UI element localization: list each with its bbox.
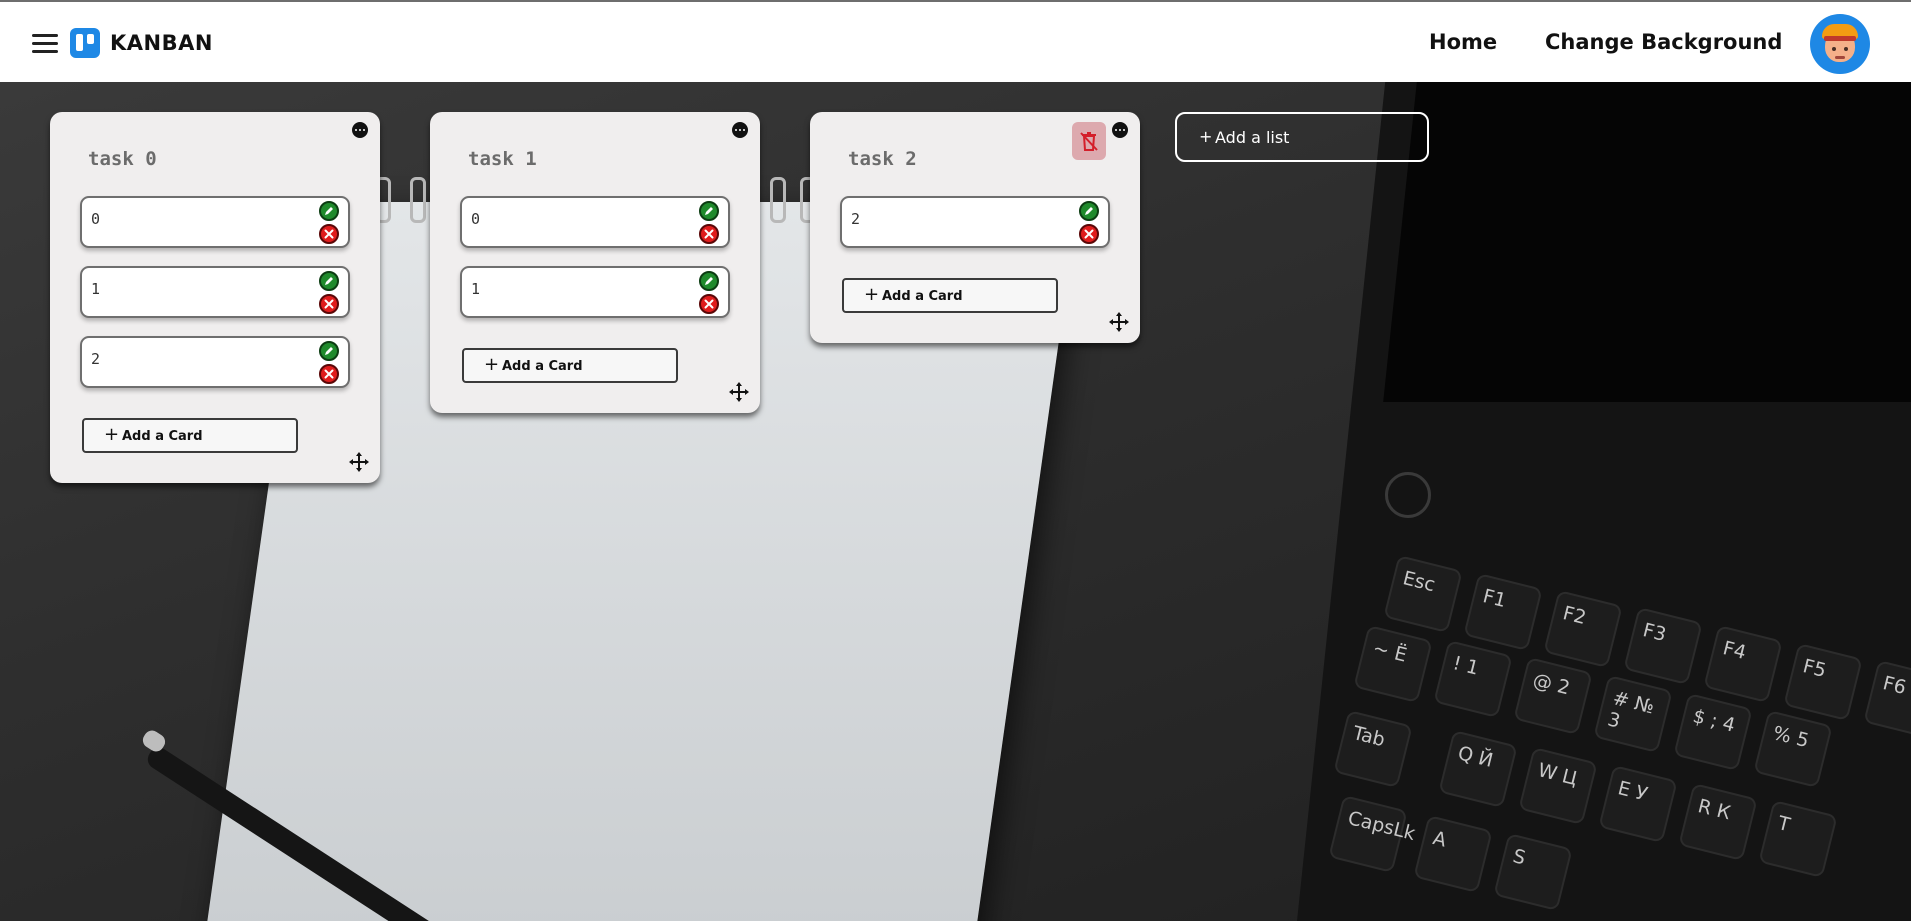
- keyboard-key: F2: [1543, 589, 1623, 669]
- keyboard-key: F6: [1863, 659, 1911, 739]
- add-card-button[interactable]: + Add a Card: [82, 418, 298, 453]
- keyboard-key: Esc: [1383, 554, 1463, 634]
- keyboard-key: Tab: [1333, 709, 1413, 789]
- plus-icon: +: [484, 354, 500, 375]
- keyboard-key: ~ Ё: [1353, 624, 1433, 704]
- card[interactable]: 2: [840, 196, 1110, 248]
- kanban-logo-icon: [70, 28, 100, 58]
- delete-card-icon[interactable]: [699, 294, 719, 314]
- laptop-keyboard: Esc F1 F2 F3 F4 F5 F6 ~ Ё! 1 @ 2 # № 3 $ ; 4% 5 Tab…: [1320, 552, 1911, 921]
- keyboard-key: F3: [1623, 606, 1703, 686]
- delete-card-icon[interactable]: [319, 224, 339, 244]
- brand-title: KANBAN: [110, 31, 213, 55]
- card[interactable]: 2: [80, 336, 350, 388]
- drag-move-icon[interactable]: [1108, 311, 1130, 333]
- keyboard-key: E У: [1598, 764, 1678, 844]
- add-card-button[interactable]: + Add a Card: [842, 278, 1058, 313]
- keyboard-key: % 5: [1753, 709, 1833, 789]
- card[interactable]: 0: [460, 196, 730, 248]
- plus-icon: +: [104, 424, 120, 445]
- delete-card-icon[interactable]: [319, 364, 339, 384]
- card[interactable]: 0: [80, 196, 350, 248]
- card[interactable]: 1: [80, 266, 350, 318]
- card-text: 1: [471, 280, 481, 298]
- nav-home-link[interactable]: Home: [1429, 30, 1497, 54]
- list-title[interactable]: task 2: [848, 148, 917, 170]
- card-text: 2: [851, 210, 861, 228]
- edit-card-icon[interactable]: [699, 201, 719, 221]
- keyboard-key: Q Й: [1438, 729, 1518, 809]
- user-avatar[interactable]: [1810, 14, 1870, 74]
- laptop-power-icon: [1385, 472, 1431, 518]
- card[interactable]: 1: [460, 266, 730, 318]
- delete-card-icon[interactable]: [319, 294, 339, 314]
- drag-move-icon[interactable]: [348, 451, 370, 473]
- card-text: 1: [91, 280, 101, 298]
- delete-card-icon[interactable]: [1079, 224, 1099, 244]
- keyboard-key: ! 1: [1433, 639, 1513, 719]
- keyboard-key: S: [1493, 832, 1573, 912]
- card-text: 0: [471, 210, 481, 228]
- delete-list-icon[interactable]: [1072, 122, 1106, 160]
- list-title[interactable]: task 0: [88, 148, 157, 170]
- keyboard-key: @ 2: [1513, 656, 1593, 736]
- list-column[interactable]: task 0 0 1 2 + Add a Card: [50, 112, 380, 483]
- edit-card-icon[interactable]: [1079, 201, 1099, 221]
- add-card-label: Add a Card: [122, 429, 203, 444]
- keyboard-key: F4: [1703, 624, 1783, 704]
- hamburger-menu-icon[interactable]: [32, 34, 58, 54]
- keyboard-key: F1: [1463, 572, 1543, 652]
- plus-icon: +: [864, 284, 880, 305]
- edit-card-icon[interactable]: [319, 201, 339, 221]
- edit-card-icon[interactable]: [319, 341, 339, 361]
- keyboard-key: $ ; 4: [1673, 692, 1753, 772]
- keyboard-key: # № 3: [1593, 674, 1673, 754]
- add-list-button[interactable]: + Add a list: [1175, 112, 1429, 162]
- keyboard-key: F5: [1783, 642, 1863, 722]
- keyboard-key: T: [1758, 799, 1838, 879]
- card-text: 2: [91, 350, 101, 368]
- keyboard-key: A: [1413, 814, 1493, 894]
- keyboard-key: R К: [1678, 782, 1758, 862]
- plus-icon: +: [1199, 127, 1213, 146]
- drag-move-icon[interactable]: [728, 381, 750, 403]
- edit-card-icon[interactable]: [319, 271, 339, 291]
- navbar: KANBAN Home Change Background: [0, 0, 1911, 82]
- nav-change-background-link[interactable]: Change Background: [1545, 30, 1782, 54]
- list-column[interactable]: task 2 2 + Add a Card: [810, 112, 1140, 343]
- add-card-button[interactable]: + Add a Card: [462, 348, 678, 383]
- list-column[interactable]: task 1 0 1 + Add a Card: [430, 112, 760, 413]
- list-title[interactable]: task 1: [468, 148, 537, 170]
- list-menu-icon[interactable]: [732, 122, 748, 138]
- add-card-label: Add a Card: [502, 359, 583, 374]
- keyboard-key: CapsLk: [1328, 794, 1417, 874]
- add-card-label: Add a Card: [882, 289, 963, 304]
- delete-card-icon[interactable]: [699, 224, 719, 244]
- card-text: 0: [91, 210, 101, 228]
- edit-card-icon[interactable]: [699, 271, 719, 291]
- keyboard-key: W Ц: [1518, 746, 1598, 826]
- list-menu-icon[interactable]: [352, 122, 368, 138]
- add-list-label: Add a list: [1215, 128, 1290, 147]
- list-menu-icon[interactable]: [1112, 122, 1128, 138]
